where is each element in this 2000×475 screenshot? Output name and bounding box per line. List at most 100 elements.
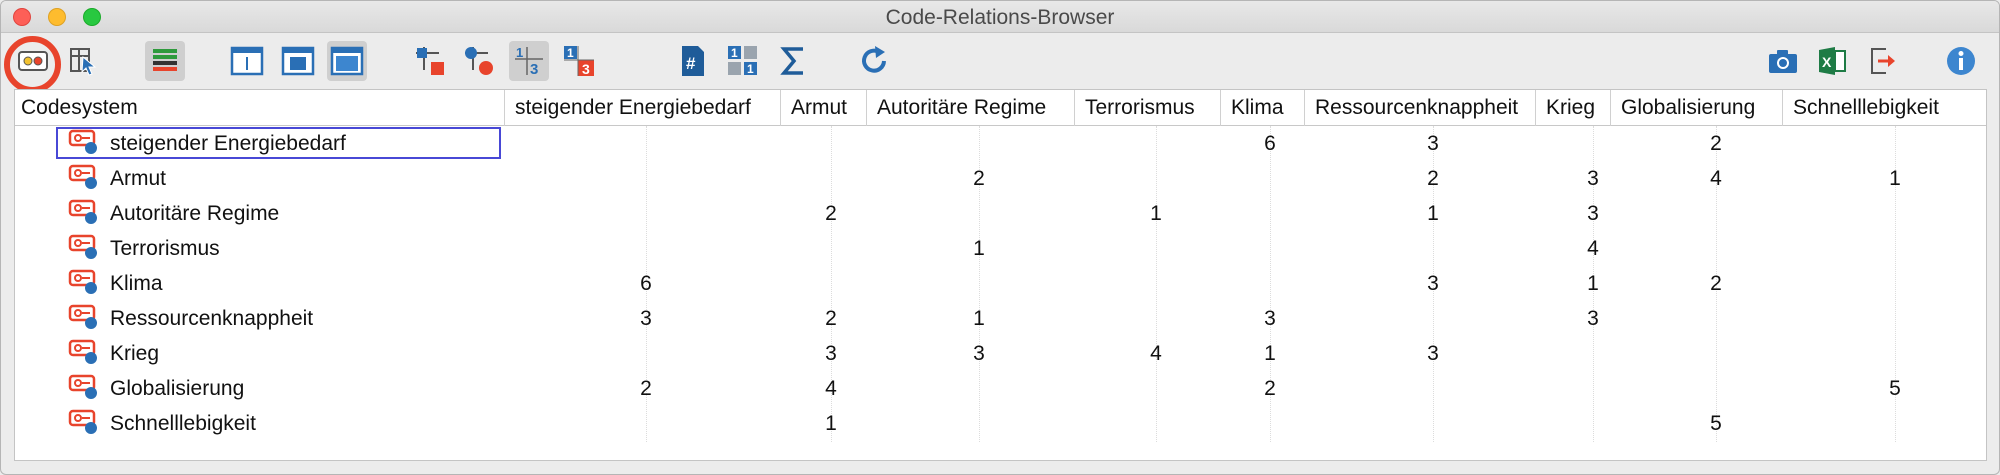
export-icon[interactable] xyxy=(1862,41,1902,81)
count-1-3-icon[interactable]: 1 3 xyxy=(509,41,549,81)
matrix-cell[interactable]: 1 xyxy=(1250,336,1290,371)
matrix-cell[interactable] xyxy=(1136,406,1176,441)
refresh-icon[interactable] xyxy=(854,41,894,81)
column-header[interactable]: Armut xyxy=(781,90,867,126)
matrix-cell[interactable] xyxy=(1875,126,1915,161)
matrix-cell[interactable]: 5 xyxy=(1696,406,1736,441)
table-row[interactable]: Armut 2 2 3 4 1 xyxy=(15,161,1986,196)
row-label[interactable]: Krieg xyxy=(68,336,159,371)
matrix-cell[interactable]: 4 xyxy=(1696,161,1736,196)
row-label[interactable]: Ressourcenknappheit xyxy=(68,301,313,336)
matrix-cell[interactable] xyxy=(1413,371,1453,406)
column-header[interactable]: Krieg xyxy=(1536,90,1611,126)
matrix-cell[interactable]: 3 xyxy=(1573,161,1613,196)
matrix-cell[interactable]: 4 xyxy=(1136,336,1176,371)
matrix-cell[interactable]: 2 xyxy=(1696,266,1736,301)
matrix-cell[interactable]: 4 xyxy=(811,371,851,406)
matrix-cell[interactable]: 2 xyxy=(959,161,999,196)
matrix-cell[interactable] xyxy=(1696,336,1736,371)
panel-single-icon[interactable] xyxy=(227,41,267,81)
table-row[interactable]: Autoritäre Regime 2 1 1 3 xyxy=(15,196,1986,231)
matrix-cell[interactable]: 1 xyxy=(1136,196,1176,231)
matrix-cell[interactable]: 3 xyxy=(626,301,666,336)
row-label[interactable]: Schnelllebigkeit xyxy=(68,406,256,441)
column-header[interactable]: Globalisierung xyxy=(1611,90,1783,126)
matrix-cell[interactable] xyxy=(1250,266,1290,301)
sigma-icon[interactable] xyxy=(773,41,813,81)
hash-icon[interactable]: # xyxy=(673,41,713,81)
matrix-cell[interactable]: 2 xyxy=(1696,126,1736,161)
info-icon[interactable] xyxy=(1941,41,1981,81)
matrix-cell[interactable] xyxy=(626,161,666,196)
table-row[interactable]: Ressourcenknappheit 3 2 1 3 3 xyxy=(15,301,1986,336)
column-header[interactable]: Schnelllebigkeit xyxy=(1783,90,1988,126)
column-header[interactable]: Terrorismus xyxy=(1075,90,1221,126)
matrix-cell[interactable] xyxy=(811,126,851,161)
matrix-cell[interactable]: 3 xyxy=(1573,301,1613,336)
excel-icon[interactable]: X xyxy=(1812,41,1852,81)
matrix-cell[interactable] xyxy=(1136,126,1176,161)
matrix-cell[interactable]: 2 xyxy=(1250,371,1290,406)
matrix-cell[interactable] xyxy=(626,231,666,266)
matrix-cell[interactable] xyxy=(1573,371,1613,406)
table-row[interactable]: Krieg 3 3 4 1 3 xyxy=(15,336,1986,371)
matrix-cell[interactable] xyxy=(626,336,666,371)
panel-filled-icon[interactable] xyxy=(327,41,367,81)
matrix-cell[interactable]: 3 xyxy=(1250,301,1290,336)
matrix-cell[interactable]: 2 xyxy=(626,371,666,406)
matrix-cell[interactable]: 3 xyxy=(1573,196,1613,231)
matrix-cell[interactable]: 1 xyxy=(1413,196,1453,231)
link-node-icon[interactable] xyxy=(410,41,450,81)
matrix-cell[interactable]: 2 xyxy=(811,196,851,231)
matrix-cell[interactable] xyxy=(1696,301,1736,336)
matrix-cell[interactable] xyxy=(1250,161,1290,196)
matrix-cell[interactable] xyxy=(1875,336,1915,371)
matrix-cell[interactable]: 4 xyxy=(1573,231,1613,266)
column-header[interactable]: Klima xyxy=(1221,90,1305,126)
row-label[interactable]: Globalisierung xyxy=(68,371,244,406)
matrix-cell[interactable] xyxy=(1136,161,1176,196)
matrix-cell[interactable]: 1 xyxy=(1875,161,1915,196)
row-label[interactable]: Terrorismus xyxy=(68,231,220,266)
matrix-cell[interactable]: 3 xyxy=(1413,126,1453,161)
matrix-cell[interactable] xyxy=(1136,371,1176,406)
table-row[interactable]: Terrorismus 1 4 xyxy=(15,231,1986,266)
grid-numbers-icon[interactable]: 1 1 xyxy=(723,41,763,81)
column-header[interactable]: Autoritäre Regime xyxy=(867,90,1075,126)
matrix-cell[interactable] xyxy=(1875,406,1915,441)
column-header[interactable]: Ressourcenknappheit xyxy=(1305,90,1536,126)
matrix-cell[interactable] xyxy=(1136,231,1176,266)
matrix-cell[interactable]: 3 xyxy=(959,336,999,371)
matrix-cell[interactable] xyxy=(959,126,999,161)
matrix-cell[interactable] xyxy=(959,406,999,441)
camera-icon[interactable] xyxy=(1763,41,1803,81)
matrix-cell[interactable] xyxy=(1875,231,1915,266)
matrix-cell[interactable] xyxy=(1413,231,1453,266)
panel-middle-icon[interactable] xyxy=(278,41,318,81)
matrix-cell[interactable]: 3 xyxy=(811,336,851,371)
table-row[interactable]: steigender Energiebedarf 6 3 2 xyxy=(15,126,1986,161)
matrix-cell[interactable] xyxy=(1250,196,1290,231)
row-label[interactable]: Autoritäre Regime xyxy=(68,196,279,231)
matrix-cell[interactable]: 5 xyxy=(1875,371,1915,406)
select-cursor-icon[interactable] xyxy=(63,41,103,81)
matrix-cell[interactable] xyxy=(626,406,666,441)
matrix-cell[interactable] xyxy=(1875,266,1915,301)
matrix-cell[interactable] xyxy=(1250,406,1290,441)
matrix-cell[interactable] xyxy=(959,196,999,231)
matrix-cell[interactable] xyxy=(811,266,851,301)
matrix-cell[interactable]: 2 xyxy=(1413,161,1453,196)
matrix-cell[interactable] xyxy=(626,196,666,231)
matrix-cell[interactable]: 1 xyxy=(959,231,999,266)
matrix-cell[interactable]: 1 xyxy=(1573,266,1613,301)
matrix-cell[interactable] xyxy=(1696,371,1736,406)
matrix-cell[interactable] xyxy=(1413,406,1453,441)
count-red-1-3-icon[interactable]: 1 3 xyxy=(559,41,599,81)
table-row[interactable]: Schnelllebigkeit 1 5 xyxy=(15,406,1986,441)
matrix-cell[interactable]: 3 xyxy=(1413,336,1453,371)
matrix-cell[interactable] xyxy=(1875,196,1915,231)
matrix-cell[interactable] xyxy=(1696,196,1736,231)
matrix-cell[interactable]: 3 xyxy=(1413,266,1453,301)
table-row[interactable]: Globalisierung 2 4 2 5 xyxy=(15,371,1986,406)
matrix-cell[interactable] xyxy=(811,161,851,196)
